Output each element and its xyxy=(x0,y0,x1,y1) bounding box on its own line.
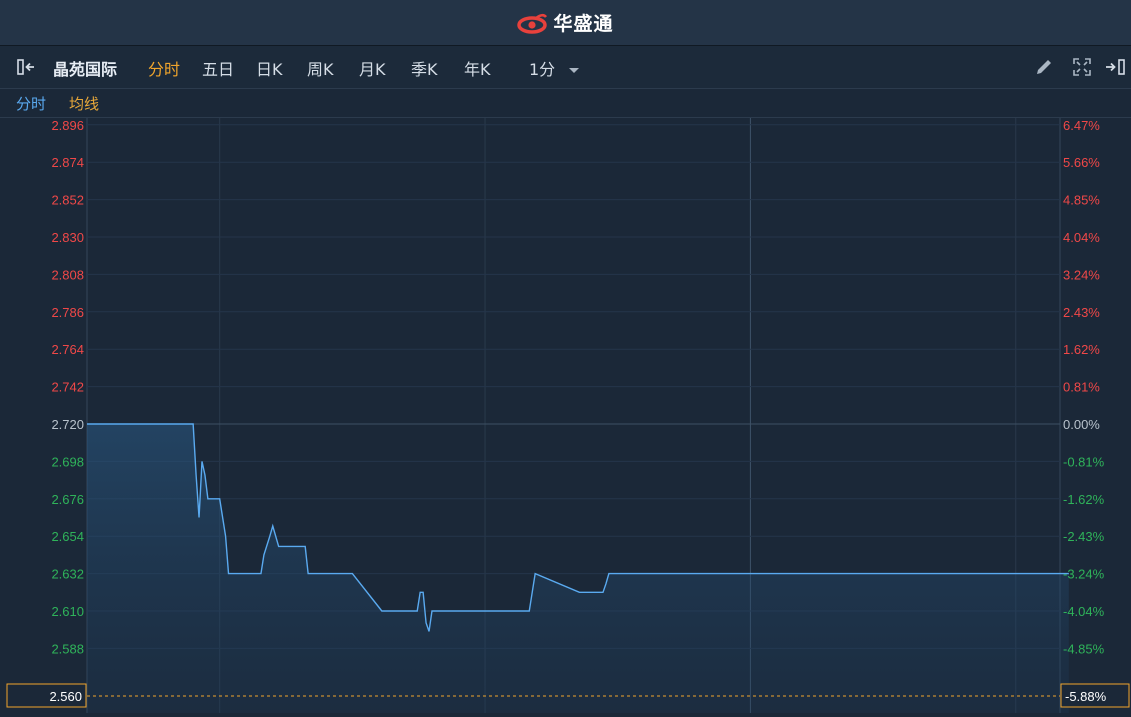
chart-toolbar: 晶苑国际 分时 五日 日K 周K 月K 季K 年K 1分 xyxy=(0,46,1131,89)
y-tick-price: 2.610 xyxy=(51,604,84,619)
stock-name: 晶苑国际 xyxy=(53,60,118,79)
y-tick-pct: -1.62% xyxy=(1063,492,1105,507)
y-tick-pct: 4.85% xyxy=(1063,193,1100,208)
tab-week-k[interactable]: 周K xyxy=(307,56,334,80)
price-area xyxy=(87,424,1069,713)
y-tick-pct: 0.81% xyxy=(1063,380,1100,395)
y-tick-pct: 3.24% xyxy=(1063,267,1100,282)
y-tick-pct: -2.43% xyxy=(1063,529,1105,544)
y-tick-price: 2.698 xyxy=(51,454,84,469)
y-tick-price: 2.852 xyxy=(51,193,84,208)
tab-intraday[interactable]: 分时 xyxy=(148,56,180,80)
y-tick-pct: 4.04% xyxy=(1063,230,1100,245)
y-tick-price: 2.874 xyxy=(51,155,84,170)
y-tick-price: 2.632 xyxy=(51,567,84,582)
y-tick-pct: 1.62% xyxy=(1063,342,1100,357)
brand-bar: 华盛通 xyxy=(0,0,1131,46)
y-tick-pct: 6.47% xyxy=(1063,118,1100,133)
chart-canvas[interactable]: 2.896 6.47% 2.874 5.66% 2.852 4.85% 2.830 4.04%… xyxy=(0,118,1131,713)
last-pct-label: -5.88% xyxy=(1065,689,1107,704)
y-tick-pct: -4.85% xyxy=(1063,641,1105,656)
y-tick-price: 2.786 xyxy=(51,305,84,320)
chart-legend: 分时 均线 xyxy=(0,89,1131,118)
y-tick-pct: -3.24% xyxy=(1063,567,1105,582)
legend-price: 分时 xyxy=(16,95,47,113)
y-tick-price: 2.764 xyxy=(51,342,84,357)
pencil-icon[interactable] xyxy=(1034,57,1054,81)
collapse-left-icon[interactable] xyxy=(16,57,40,81)
tab-day-k[interactable]: 日K xyxy=(256,56,283,80)
y-tick-price: 2.896 xyxy=(51,118,84,133)
y-tick-pct: 5.66% xyxy=(1063,155,1100,170)
y-tick-pct: -4.04% xyxy=(1063,604,1105,619)
brand-name: 华盛通 xyxy=(553,13,614,35)
chevron-down-icon xyxy=(569,68,580,73)
y-tick-price: 2.830 xyxy=(51,230,84,245)
y-tick-price: 2.588 xyxy=(51,641,84,656)
tab-five-day[interactable]: 五日 xyxy=(202,56,234,80)
fullscreen-icon[interactable] xyxy=(1072,57,1092,81)
collapse-right-icon[interactable] xyxy=(1103,57,1127,81)
brand-swirl-icon xyxy=(517,13,548,34)
y-tick-pct: -0.81% xyxy=(1063,454,1105,469)
interval-value: 1分 xyxy=(529,60,556,79)
y-tick-price: 2.808 xyxy=(51,267,84,282)
tab-year-k[interactable]: 年K xyxy=(464,56,491,80)
y-tick-price: 2.676 xyxy=(51,492,84,507)
y-tick-price: 2.742 xyxy=(51,380,84,395)
legend-avg: 均线 xyxy=(69,95,100,113)
y-tick-price: 2.720 xyxy=(51,417,84,432)
brand-logo: 华盛通 xyxy=(517,9,613,36)
y-tick-pct: 0.00% xyxy=(1063,417,1100,432)
interval-select[interactable]: 1分 xyxy=(529,56,580,80)
last-price-label: 2.560 xyxy=(49,689,82,704)
y-tick-pct: 2.43% xyxy=(1063,305,1100,320)
tab-quarter-k[interactable]: 季K xyxy=(411,56,438,80)
intraday-chart[interactable]: 2.896 6.47% 2.874 5.66% 2.852 4.85% 2.830 4.04%… xyxy=(0,118,1131,717)
y-tick-price: 2.654 xyxy=(51,529,84,544)
tab-month-k[interactable]: 月K xyxy=(359,56,386,80)
